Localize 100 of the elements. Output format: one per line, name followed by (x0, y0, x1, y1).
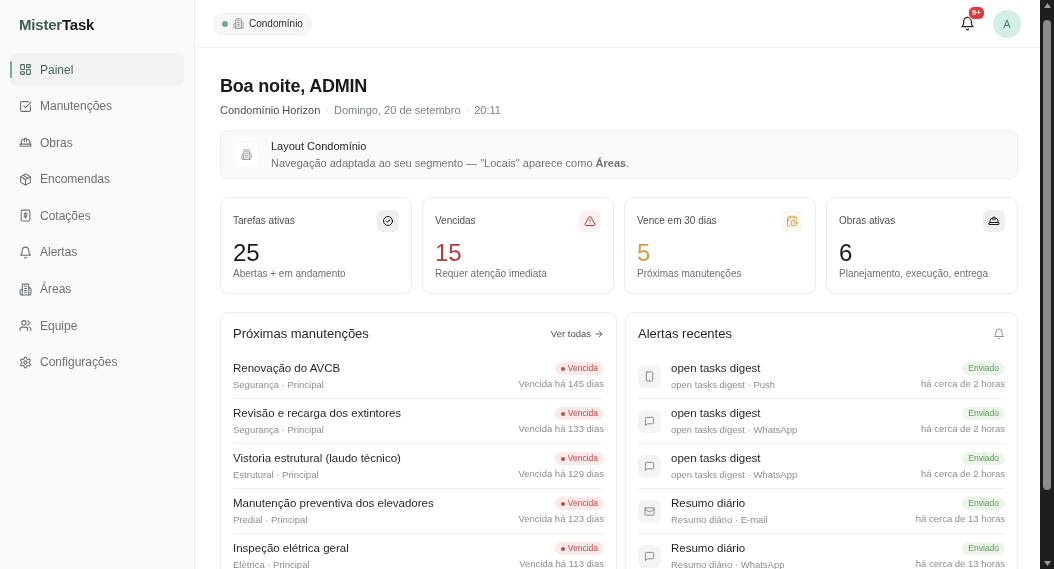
task-title: Renovação do AVCB (233, 361, 342, 376)
segment-chip[interactable]: Condomínio (213, 12, 312, 35)
alert-time: há cerca de 13 horas (915, 557, 1005, 569)
status-label: Vencida (567, 542, 598, 555)
sidebar-item[interactable]: Cotações (10, 199, 184, 233)
sidebar-item[interactable]: Configurações (10, 345, 184, 379)
status-dot-icon (560, 456, 565, 461)
stat-label: Obras ativas (839, 215, 896, 227)
stat-value: 25 (233, 240, 260, 266)
alert-time: há cerca de 13 horas (915, 512, 1005, 525)
view-all-link[interactable]: Ver todas (550, 328, 604, 339)
alert-title: open tasks digest (671, 406, 762, 421)
sidebar-item[interactable]: Equipe (10, 309, 184, 343)
arrow-right-icon (594, 328, 604, 339)
stat-caption: Próximas manutenções (637, 268, 743, 280)
hard-hat-icon (983, 210, 1005, 232)
stat-label: Tarefas ativas (233, 215, 295, 227)
building-icon (233, 18, 244, 29)
stat-caption: Planejamento, execução, entrega (839, 268, 989, 280)
warning-icon (579, 210, 601, 232)
due-text: Vencida há 123 dias (518, 512, 604, 525)
checkbox-icon (19, 99, 32, 113)
task-subtitle: Predial · Principal (233, 513, 309, 526)
stat-value: 6 (839, 240, 853, 266)
scroll-down-icon[interactable] (1043, 561, 1051, 566)
status-dot-icon (560, 411, 565, 416)
status-badge: Enviado (962, 497, 1005, 510)
alert-subtitle: open tasks digest · WhatsApp (671, 468, 799, 481)
status-dot-icon (560, 501, 565, 506)
due-text: Vencida há 113 dias (519, 557, 604, 569)
status-dot-icon (560, 546, 565, 551)
scrollbar-thumb[interactable] (1043, 20, 1051, 490)
alert-subtitle: open tasks digest · WhatsApp (671, 423, 799, 436)
user-avatar[interactable]: A (993, 9, 1021, 38)
status-dot-icon (222, 20, 228, 27)
alert-time: há cerca de 2 horas (921, 467, 1005, 480)
alert-time: há cerca de 2 horas (921, 377, 1005, 390)
envelope-icon (638, 499, 661, 523)
task-subtitle: Segurança · Principal (233, 378, 325, 391)
panel-title: Próximas manutenções (233, 325, 369, 342)
status-dot-icon (560, 366, 565, 371)
greeting-title: Boa noite, ADMIN (220, 75, 368, 97)
sidebar-item[interactable]: Obras (10, 126, 184, 160)
status-badge: Enviado (962, 407, 1005, 420)
bell-icon (993, 327, 1005, 340)
hard-hat-icon (19, 136, 32, 150)
stat-value: 15 (435, 240, 462, 266)
status-badge: Enviado (962, 542, 1005, 555)
task-subtitle: Estrutural · Principal (233, 468, 320, 481)
due-text: Vencida há 133 dias (518, 422, 604, 435)
chat-bubble-icon (638, 454, 661, 478)
smartphone-icon (638, 364, 661, 388)
sidebar-item[interactable]: Manutenções (10, 89, 184, 123)
building-icon (19, 282, 32, 296)
stat-caption: Requer atenção imediata (435, 268, 548, 280)
stat-caption: Abertas + em andamento (233, 268, 347, 280)
status-badge: Enviado (962, 362, 1005, 375)
task-title: Manutenção preventiva dos elevadores (233, 496, 435, 511)
bell-icon (19, 245, 32, 259)
due-text: Vencida há 145 dias (518, 377, 604, 390)
status-label: Vencida (567, 362, 598, 375)
status-label: Vencida (567, 452, 598, 465)
calendar-clock-icon (781, 210, 803, 232)
notice-title: Layout Condomínio (271, 139, 368, 153)
alert-title: open tasks digest (671, 361, 762, 376)
alert-title: Resumo diário (671, 496, 747, 511)
separator: · (465, 103, 470, 117)
grid-icon (19, 63, 32, 76)
separator: · (325, 103, 329, 117)
task-subtitle: Segurança · Principal (233, 423, 325, 436)
stat-label: Vencidas (435, 215, 476, 227)
box-icon (19, 172, 32, 186)
status-badge: Enviado (962, 452, 1005, 465)
scroll-up-icon[interactable] (1043, 3, 1051, 8)
settings-icon (19, 355, 32, 369)
app-logo: MisterTask (19, 16, 95, 34)
stat-label: Vence em 30 dias (637, 215, 717, 227)
sidebar-item[interactable]: Painel (10, 53, 184, 86)
alert-title: Resumo diário (671, 541, 747, 556)
dollar-document-icon (19, 209, 32, 223)
task-title: Inspeção elétrica geral (233, 541, 350, 556)
sidebar-item[interactable]: Áreas (10, 272, 184, 306)
task-title: Vistoria estrutural (laudo técnico) (233, 451, 402, 466)
chat-bubble-icon (638, 409, 661, 433)
date-text: Domingo, 20 de setembro (333, 103, 461, 117)
alert-time: há cerca de 2 horas (921, 422, 1005, 435)
building-icon (235, 143, 258, 166)
alert-subtitle: open tasks digest · Push (671, 378, 777, 391)
alert-title: open tasks digest (671, 451, 762, 466)
scrollbar[interactable] (1040, 0, 1054, 569)
people-icon (19, 319, 32, 333)
place-name: Condomínio Horizon (220, 103, 321, 117)
panel-title: Alertas recentes (638, 325, 732, 342)
status-label: Vencida (567, 407, 598, 420)
sidebar-item[interactable]: Encomendas (10, 162, 184, 196)
stat-value: 5 (637, 240, 651, 266)
sidebar-item[interactable]: Alertas (10, 235, 184, 269)
notice-text: Navegação adaptada ao seu segmento — "Locais" aparece como Áreas. (271, 155, 630, 170)
due-text: Vencida há 129 dias (518, 467, 604, 480)
status-label: Vencida (567, 497, 598, 510)
